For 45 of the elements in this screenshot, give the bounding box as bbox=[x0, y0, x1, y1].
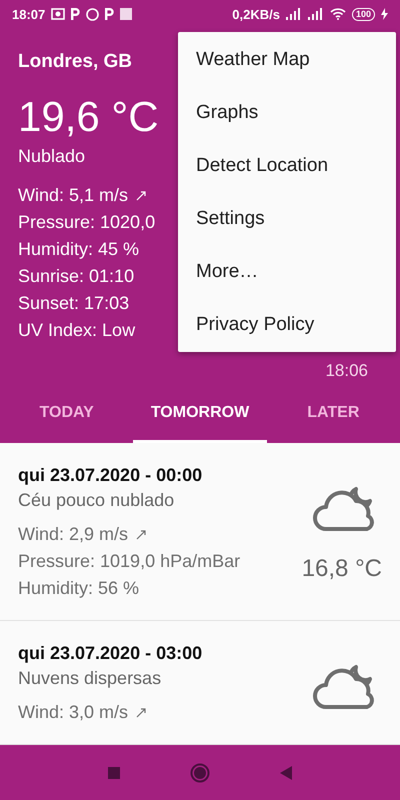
weather-detail: Humidity: 45 % bbox=[18, 238, 140, 261]
chat-icon bbox=[86, 8, 100, 20]
wind-direction-icon bbox=[136, 190, 146, 200]
location-title: Londres, GB bbox=[18, 50, 134, 74]
forecast-datetime: qui 23.07.2020 - 00:00 bbox=[18, 464, 204, 487]
app-icon bbox=[120, 8, 132, 20]
wifi-icon bbox=[330, 8, 346, 20]
tab[interactable]: TOMORROW bbox=[133, 385, 267, 443]
tab[interactable]: LATER bbox=[266, 385, 400, 443]
forecast-datetime: qui 23.07.2020 - 03:00 bbox=[18, 642, 202, 665]
recents-button[interactable] bbox=[108, 766, 120, 778]
update-time: 18:06 bbox=[325, 361, 368, 381]
menu-item[interactable]: More… bbox=[178, 245, 396, 298]
menu-item[interactable]: Detect Location bbox=[178, 139, 396, 192]
weather-detail: Sunrise: 01:10 bbox=[18, 265, 134, 288]
weather-detail: Sunset: 17:03 bbox=[18, 292, 130, 315]
back-button[interactable] bbox=[280, 766, 292, 780]
forecast-detail: Pressure: 1019,0 hPa/mBar bbox=[18, 550, 240, 573]
p-icon bbox=[71, 8, 80, 20]
menu-item[interactable]: Privacy Policy bbox=[178, 298, 396, 351]
battery-indicator: 100 bbox=[352, 8, 375, 20]
forecast-detail: Wind: 3,0 m/s bbox=[18, 701, 128, 724]
wind-direction-icon bbox=[136, 530, 146, 540]
forecast-detail: Humidity: 56 % bbox=[18, 577, 140, 600]
tab[interactable]: TODAY bbox=[0, 385, 134, 443]
menu-item[interactable]: Settings bbox=[178, 192, 396, 245]
menu-item[interactable]: Graphs bbox=[178, 86, 396, 139]
wind-direction-icon bbox=[136, 708, 146, 718]
forecast-description: Céu pouco nublado bbox=[18, 489, 176, 512]
weather-detail: Pressure: 1020,0 bbox=[18, 211, 156, 234]
forecast-description: Nuvens dispersas bbox=[18, 667, 162, 690]
p-icon bbox=[105, 8, 114, 20]
network-speed: 0,2KB/s bbox=[232, 6, 280, 22]
signal-icon bbox=[286, 8, 324, 20]
charging-icon bbox=[381, 8, 388, 20]
weather-condition: Nublado bbox=[18, 145, 86, 168]
current-temperature: 19,6 °C bbox=[18, 92, 159, 142]
menu-item[interactable]: Weather Map bbox=[178, 33, 396, 86]
forecast-detail: Wind: 2,9 m/s bbox=[18, 523, 128, 546]
home-button[interactable] bbox=[190, 762, 210, 782]
weather-detail: UV Index: Low bbox=[18, 319, 136, 342]
weather-detail: Wind: 5,1 m/s bbox=[18, 184, 128, 207]
forecast-temperature: 16,8 °C bbox=[302, 555, 382, 583]
photo-icon bbox=[51, 8, 66, 20]
status-time: 18:07 bbox=[12, 6, 46, 22]
